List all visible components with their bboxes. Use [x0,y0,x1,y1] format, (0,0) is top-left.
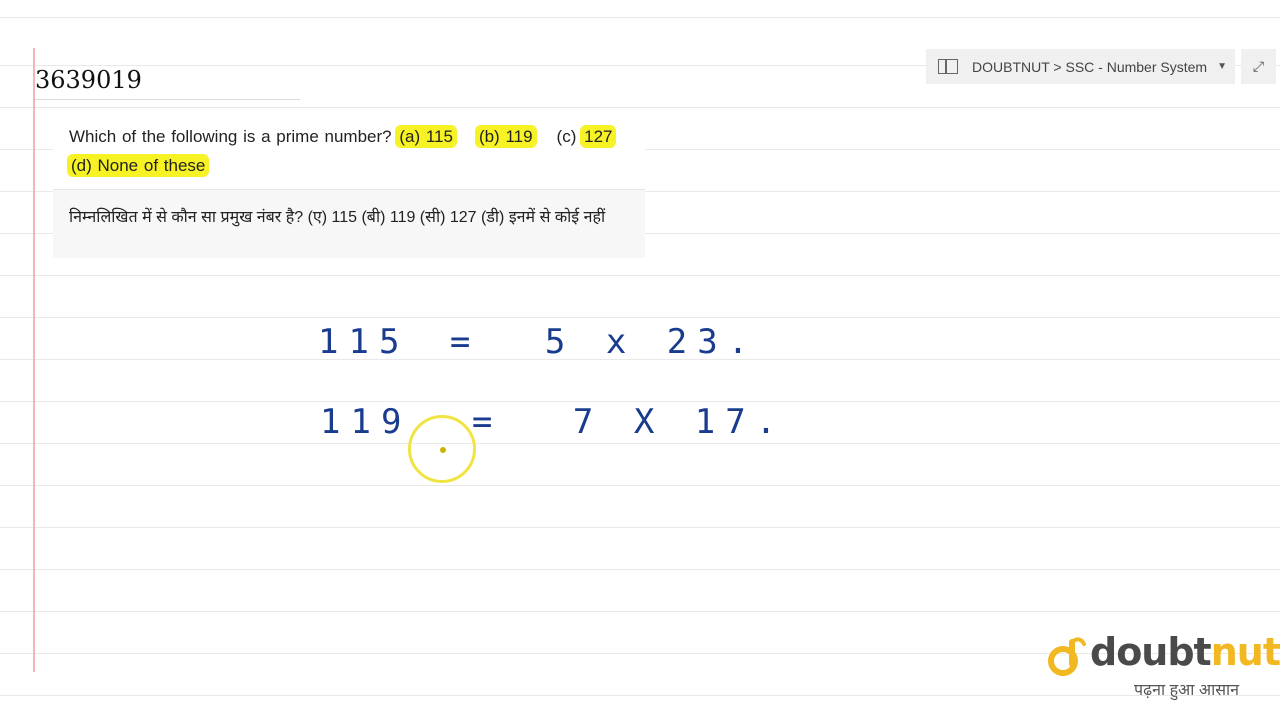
option-c: (c) [556,127,577,146]
handwriting-line-2: 119 = 7 X 17. [320,402,786,442]
logo-word-accent: nut [1210,630,1280,674]
doubtnut-wordmark: doubtnut [1090,630,1280,674]
hw2-right: 7 X 17 [572,402,756,442]
hindi-question-card: निम्नलिखित में से कौन सा प्रमुख नंबर है?… [53,189,645,258]
breadcrumb-dropdown[interactable]: DOUBTNUT > SSC - Number System ▼ [926,49,1235,84]
hw2-left: 119 [320,402,412,442]
option-c-value: 127 [582,127,615,146]
doubtnut-logo: doubtnut पढ़ना हुआ आसान [1046,630,1280,700]
video-id-underline [35,99,300,100]
hindi-question-text: निम्नलिखित में से कौन सा प्रमुख नंबर है?… [69,209,606,226]
expand-icon: ⤢ [1252,58,1265,74]
option-d: (d) None of these [69,156,208,175]
hw1-dot: . [727,322,759,362]
hw1-equals: = [449,322,481,362]
hw2-equals: = [471,402,503,442]
hw1-right: 5 x 23 [544,322,728,362]
hw1-left: 115 [318,322,410,362]
hw2-dot: . [755,402,787,442]
video-id: 3639019 [35,66,142,94]
breadcrumb-label: DOUBTNUT > SSC - Number System [972,58,1208,75]
question-card: Which of the following is a prime number… [53,113,645,189]
chevron-down-icon: ▼ [1217,61,1227,72]
logo-tagline: पढ़ना हुआ आसान [1134,682,1240,699]
option-a: (a) 115 [397,127,455,146]
question-lead: Which of the following is a prime number… [69,127,392,146]
option-b: (b) 119 [476,127,535,146]
question-text: Which of the following is a prime number… [69,122,644,180]
handwriting-line-1: 115 = 5 x 23. [318,322,758,362]
fullscreen-button[interactable]: ⤢ [1241,49,1276,84]
notebook-margin-line [33,48,35,672]
doubtnut-logo-icon [1048,637,1086,676]
logo-word-dark: doubt [1090,630,1212,674]
book-icon [938,59,958,74]
pointer-dot [440,447,446,453]
